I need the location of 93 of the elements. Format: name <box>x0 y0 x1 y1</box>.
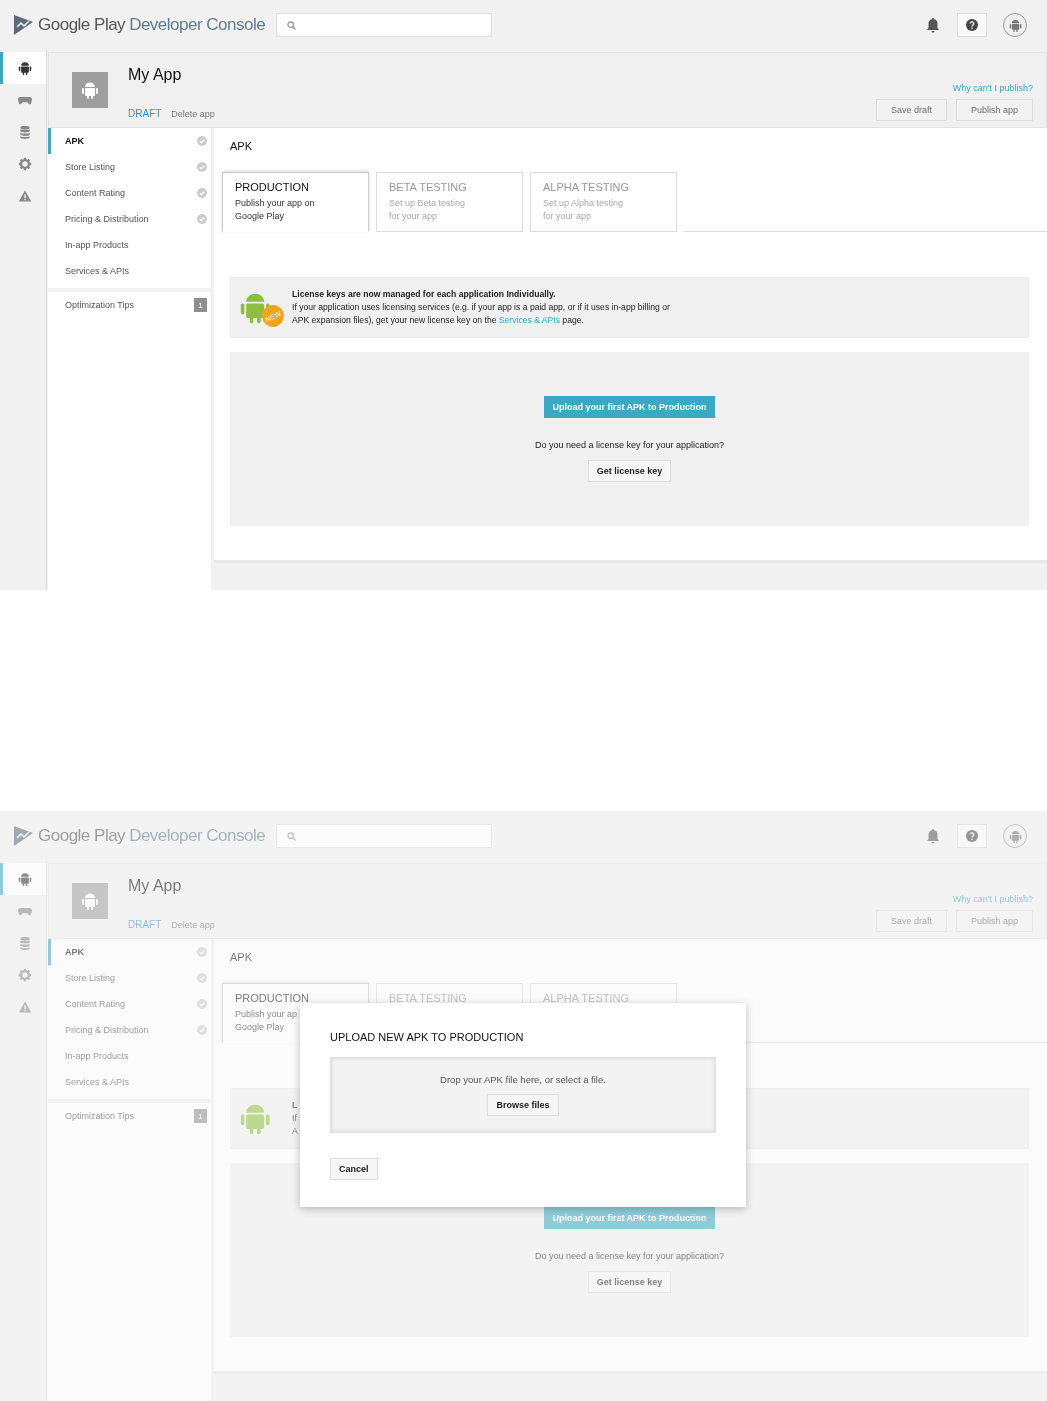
tab-description: Set up Alpha testing for your app <box>543 197 625 223</box>
gear-icon <box>17 157 32 171</box>
tab-title: BETA TESTING <box>389 181 468 193</box>
cancel-button[interactable]: Cancel <box>330 1158 378 1180</box>
menu-label: Optimization Tips <box>65 300 136 310</box>
menu-label: APK <box>65 136 85 146</box>
menu-item[interactable]: Pricing & Distribution <box>48 206 211 232</box>
menu-label: Pricing & Distribution <box>65 214 150 224</box>
menu-label: Services & APIs <box>65 266 131 276</box>
search-icon <box>287 831 296 841</box>
menu-item[interactable]: In-app Products <box>48 1043 211 1069</box>
license-button[interactable]: Get license key <box>587 460 672 482</box>
delete-app-link[interactable]: Delete app <box>171 109 215 119</box>
avatar-button[interactable] <box>1003 824 1027 848</box>
android-icon <box>17 61 32 75</box>
bell-icon <box>925 828 941 844</box>
tab[interactable]: PRODUCTION Publish your app on Google Play <box>222 172 369 232</box>
license-question: Do you need a license key for your application? <box>534 1251 725 1261</box>
android-icon <box>1008 829 1022 843</box>
tab-description: Publish your app on Google Play <box>235 197 316 223</box>
notice-title: License keys are now managed for each application Individually. <box>292 288 557 301</box>
warning-icon <box>17 1000 32 1014</box>
help-icon <box>966 19 978 31</box>
tab-description: Publish your ap Google Play <box>235 1008 299 1034</box>
section-title: APK <box>230 951 252 965</box>
menu-label: Store Listing <box>65 973 117 983</box>
android-icon <box>1008 18 1022 32</box>
tab-title: PRODUCTION <box>235 992 310 1004</box>
menu-label: Services & APIs <box>65 1077 131 1087</box>
menu-label: APK <box>65 947 85 957</box>
tab-title: PRODUCTION <box>235 181 310 193</box>
menu-label: In-app Products <box>65 1051 130 1061</box>
gear-icon <box>17 968 32 982</box>
search-field[interactable] <box>276 824 492 848</box>
menu-item[interactable]: Services & APIs <box>48 1069 211 1095</box>
menu-item[interactable]: Content Rating <box>48 180 211 206</box>
app-title: My App <box>128 877 183 895</box>
app-title: My App <box>128 66 183 84</box>
help-button[interactable] <box>957 13 987 37</box>
notice-title: L <box>292 1099 298 1112</box>
menu-label: Content Rating <box>65 999 127 1009</box>
menu-item[interactable]: Services & APIs <box>48 258 211 284</box>
menu-label: Content Rating <box>65 188 127 198</box>
services-link[interactable]: Services & APIs <box>498 315 560 325</box>
android-icon <box>81 81 99 99</box>
menu-item[interactable]: Store Listing <box>48 154 211 180</box>
status-label: DRAFT <box>128 919 162 930</box>
menu-item[interactable]: Content Rating <box>48 991 211 1017</box>
upload-button[interactable]: Upload your first APK to Production <box>544 396 715 418</box>
section-title: APK <box>230 140 252 154</box>
notice-text: If your application uses licensing services (e.g. if your app is a paid app, or if it uses in-app billing or APK expansion files), get your new license key on the Services & APIs page. <box>292 301 670 327</box>
status-label: DRAFT <box>128 108 162 119</box>
menu-item[interactable]: APK <box>48 939 211 965</box>
menu-label: In-app Products <box>65 240 130 250</box>
menu-label: Store Listing <box>65 162 117 172</box>
tab-title: BETA TESTING <box>389 992 468 1004</box>
menu-item[interactable]: APK <box>48 128 211 154</box>
tab-title: ALPHA TESTING <box>543 992 630 1004</box>
license-question: Do you need a license key for your application? <box>534 440 725 450</box>
tab[interactable]: BETA TESTING Set up Beta testing for your app <box>376 172 523 232</box>
avatar-button[interactable] <box>1003 13 1027 37</box>
notice-text: If A <box>292 1112 298 1138</box>
bell-icon <box>925 17 941 33</box>
tab-description: Set up Beta testing for your app <box>389 197 467 223</box>
android-icon <box>17 872 32 886</box>
count-badge: 1 <box>194 298 207 312</box>
play-logo-icon <box>12 825 34 847</box>
menu-label: Pricing & Distribution <box>65 1025 150 1035</box>
menu-item[interactable]: In-app Products <box>48 232 211 258</box>
tab[interactable]: ALPHA TESTING Set up Alpha testing for your app <box>530 172 677 232</box>
database-icon <box>17 936 32 950</box>
rail-item[interactable] <box>0 52 46 84</box>
license-button[interactable]: Get license key <box>587 1271 672 1293</box>
search-icon <box>287 20 296 30</box>
menu-label: Optimization Tips <box>65 1111 136 1121</box>
database-icon <box>17 125 32 139</box>
browse-button[interactable]: Browse files <box>487 1094 559 1116</box>
menu-item[interactable]: Store Listing <box>48 965 211 991</box>
help-link[interactable]: Why can't I publish? <box>952 83 1033 93</box>
help-icon <box>966 830 978 842</box>
search-field[interactable] <box>276 13 492 37</box>
android-icon <box>81 892 99 910</box>
play-logo-icon <box>12 14 34 36</box>
menu-item[interactable]: Optimization Tips 1 <box>48 292 211 318</box>
tab-title: ALPHA TESTING <box>543 181 630 193</box>
warning-icon <box>17 189 32 203</box>
brand-name: Google Play <box>38 15 126 35</box>
brand-name: Google Play <box>38 826 126 846</box>
drop-hint: Drop your APK file here, or select a file. <box>440 1074 606 1085</box>
product-name: Developer Console <box>129 826 266 846</box>
menu-item[interactable]: Pricing & Distribution <box>48 1017 211 1043</box>
product-name: Developer Console <box>129 15 266 35</box>
drop-zone[interactable]: Drop your APK file here, or select a file. Browse files <box>330 1057 716 1133</box>
